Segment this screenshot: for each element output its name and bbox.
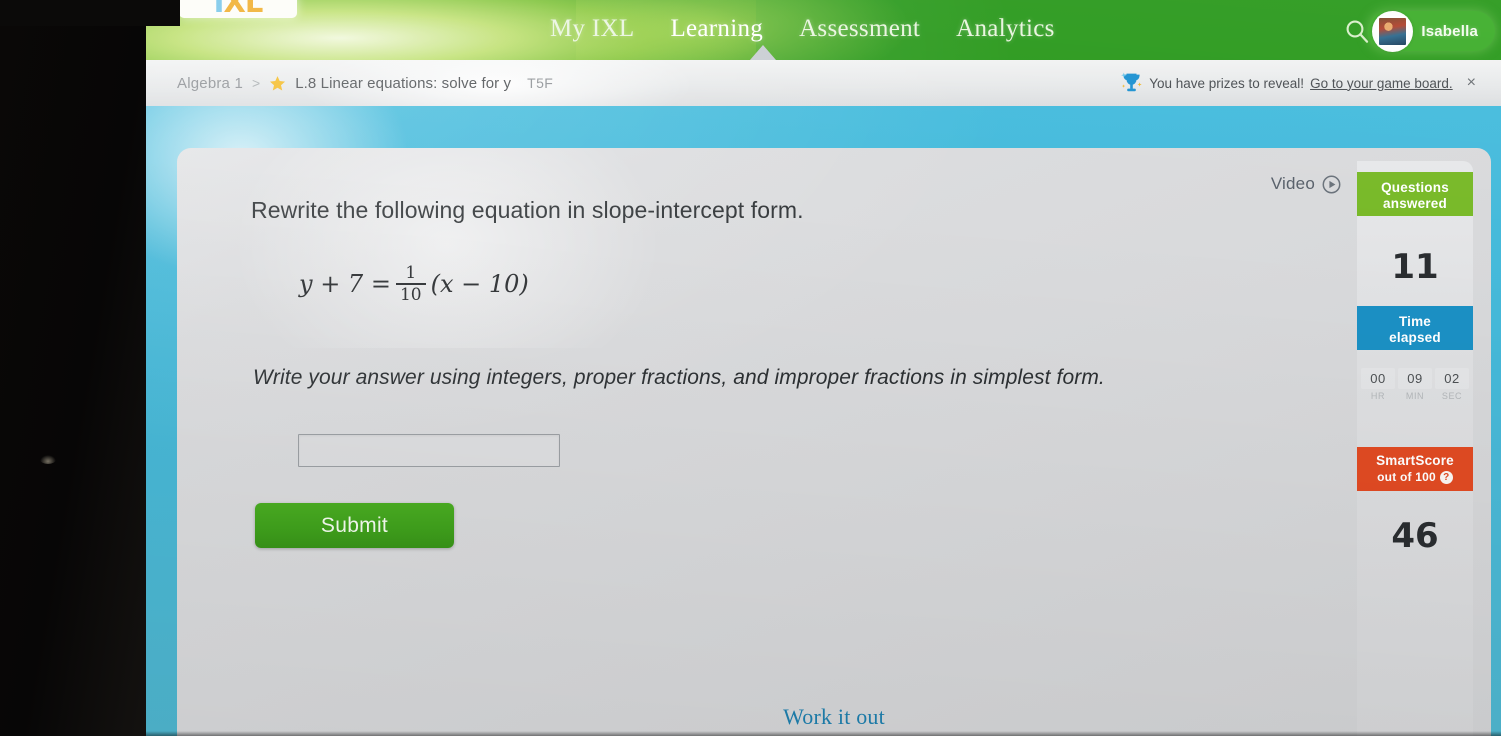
search-icon[interactable] <box>1344 18 1370 44</box>
browser-viewport: IXL My IXL Learning Assessment Analytics <box>146 0 1501 736</box>
user-menu[interactable]: Isabella <box>1368 10 1495 52</box>
timer-seconds-unit: SEC <box>1441 391 1463 401</box>
fraction-denominator: 10 <box>399 285 422 306</box>
photo-left-bezel <box>0 0 146 736</box>
nav-item-assessment[interactable]: Assessment <box>799 15 920 45</box>
breadcrumb-bar: Algebra 1 > L.8 Linear equations: solve … <box>146 60 1501 106</box>
question-prompt: Rewrite the following equation in slope-… <box>251 197 804 223</box>
elapsed-timer: 00 HR 09 MIN 02 SEC <box>1360 368 1470 401</box>
time-elapsed-label-line2: elapsed <box>1389 330 1441 346</box>
timer-hours-value: 00 <box>1361 368 1395 389</box>
questions-answered-label-line1: Questions <box>1381 180 1449 195</box>
time-elapsed-label: Time elapsed <box>1357 306 1473 350</box>
breadcrumb-skill: L.8 Linear equations: solve for y <box>295 74 512 92</box>
prize-message: You have prizes to reveal! <box>1149 75 1305 91</box>
timer-hours-unit: HR <box>1370 391 1386 401</box>
nav-item-learning[interactable]: Learning <box>670 15 763 45</box>
nav-item-my-ixl[interactable]: My IXL <box>550 15 634 45</box>
card-glare <box>237 148 657 348</box>
answer-instruction: Write your answer using integers, proper… <box>253 366 1105 389</box>
questions-answered-label-line2: answered <box>1383 196 1447 212</box>
ixl-logo-text: IXL <box>213 0 264 18</box>
question-card: Video Rewrite the following equation in … <box>177 148 1491 736</box>
user-name: Isabella <box>1421 22 1478 40</box>
breadcrumb-skill-code: T5F <box>527 75 554 91</box>
fraction: 1 10 <box>395 263 426 306</box>
timer-minutes: 09 MIN <box>1398 368 1432 401</box>
trophy-icon <box>1120 71 1143 96</box>
questions-answered-value: 11 <box>1391 247 1439 287</box>
smartscore-value: 46 <box>1391 516 1439 556</box>
questions-answered-label: Questions answered <box>1357 172 1473 216</box>
time-elapsed-label-line1: Time <box>1398 314 1432 329</box>
submit-button[interactable]: Submit <box>255 503 454 548</box>
smartscore-subtitle-row: out of 100 ? <box>1377 470 1453 485</box>
timer-seconds: 02 SEC <box>1435 368 1469 401</box>
top-navigation-bar: IXL My IXL Learning Assessment Analytics <box>146 0 1501 60</box>
smartscore-label: SmartScore out of 100 ? <box>1357 447 1473 491</box>
smartscore-title: SmartScore <box>1376 453 1454 468</box>
video-label: Video <box>1270 174 1315 193</box>
avatar <box>1377 15 1409 47</box>
prize-banner: You have prizes to reveal! Go to your ga… <box>1120 60 1476 106</box>
close-icon[interactable]: × <box>1467 74 1476 92</box>
breadcrumb: Algebra 1 > L.8 Linear equations: solve … <box>177 60 553 106</box>
equation-lhs: y + 7 = <box>299 270 391 299</box>
work-it-out-link[interactable]: Work it out <box>177 704 1491 730</box>
timer-minutes-value: 09 <box>1398 368 1432 389</box>
photo-top-bezel <box>0 0 180 26</box>
equation: y + 7 = 1 10 (x − 10) <box>299 264 529 305</box>
primary-nav: My IXL Learning Assessment Analytics <box>550 0 1055 60</box>
fraction-numerator: 1 <box>405 263 417 283</box>
star-icon[interactable] <box>269 75 286 92</box>
smartscore-subtitle: out of 100 <box>1377 470 1436 485</box>
breadcrumb-course[interactable]: Algebra 1 <box>177 75 243 92</box>
equation-rhs: (x − 10) <box>430 270 529 299</box>
timer-hours: 00 HR <box>1361 368 1395 401</box>
breadcrumb-separator: > <box>252 75 261 91</box>
play-circle-icon <box>1322 175 1341 194</box>
ixl-logo[interactable]: IXL <box>179 0 297 18</box>
photographed-screen: IXL My IXL Learning Assessment Analytics <box>0 0 1501 736</box>
help-icon[interactable]: ? <box>1439 471 1453 485</box>
answer-input[interactable] <box>298 434 560 467</box>
game-board-link[interactable]: Go to your game board. <box>1310 76 1453 91</box>
video-link[interactable]: Video <box>1271 174 1341 194</box>
active-tab-indicator <box>750 45 776 60</box>
avatar-ring <box>1372 10 1414 52</box>
nav-item-analytics[interactable]: Analytics <box>956 15 1055 45</box>
timer-minutes-unit: MIN <box>1405 391 1425 401</box>
score-sidebar: Questions answered 11 Time elapsed 00 HR… <box>1357 161 1473 736</box>
timer-seconds-value: 02 <box>1435 368 1469 389</box>
